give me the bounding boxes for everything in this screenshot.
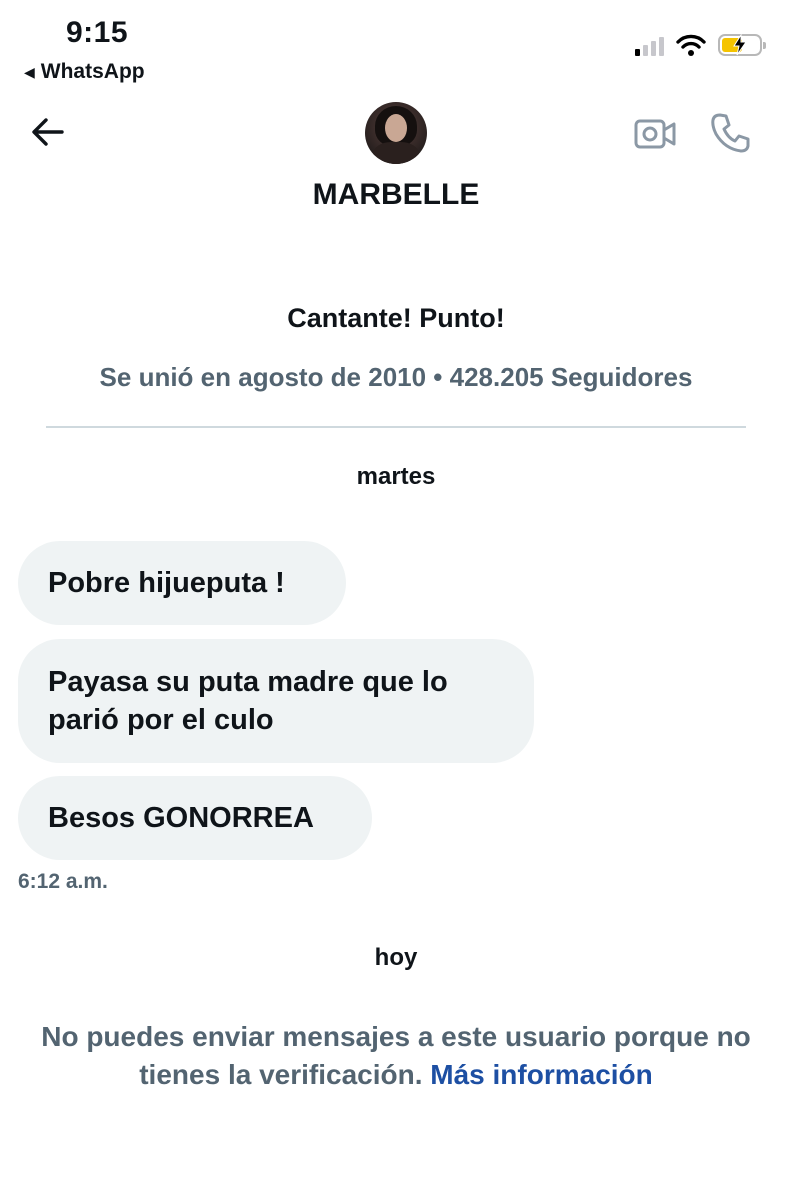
avatar[interactable]	[365, 102, 427, 164]
contact-name[interactable]: MARBELLE	[0, 178, 792, 212]
message-text: Pobre hijueputa !	[48, 567, 285, 599]
cellular-signal-icon	[635, 34, 664, 56]
dm-screen: 9:15 ◀ WhatsApp MARBELLE Cantante! Punto…	[0, 0, 792, 1200]
battery-charging-icon	[718, 34, 766, 56]
message-bubble[interactable]: Besos GONORREA	[18, 776, 372, 860]
message-bubble[interactable]: Pobre hijueputa !	[18, 541, 346, 625]
message-text: Payasa su puta madre que lo parió por el…	[48, 666, 448, 736]
day-separator-martes: martes	[356, 463, 436, 490]
profile-bio: Cantante! Punto!	[287, 303, 505, 333]
day-separator-hoy: hoy	[374, 944, 418, 971]
more-info-link[interactable]: Más información	[430, 1059, 652, 1090]
message-bubble[interactable]: Payasa su puta madre que lo parió por el…	[18, 639, 534, 763]
phone-icon[interactable]	[710, 112, 752, 154]
cannot-message-notice: No puedes enviar mensajes a este usuario…	[20, 1018, 772, 1094]
message-text: Besos GONORREA	[48, 802, 314, 834]
message-timestamp: 6:12 a.m.	[18, 870, 108, 893]
status-time: 9:15	[66, 16, 129, 49]
divider	[46, 426, 746, 428]
back-to-app-link[interactable]: ◀ WhatsApp	[24, 60, 145, 84]
video-call-icon[interactable]	[634, 116, 676, 152]
profile-meta: Se unió en agosto de 2010 • 428.205 Segu…	[99, 362, 693, 392]
back-triangle-icon: ◀	[24, 63, 35, 80]
wifi-icon	[676, 34, 706, 56]
status-icons	[635, 34, 766, 56]
back-app-label: WhatsApp	[40, 60, 145, 83]
back-arrow-icon[interactable]	[30, 114, 66, 150]
